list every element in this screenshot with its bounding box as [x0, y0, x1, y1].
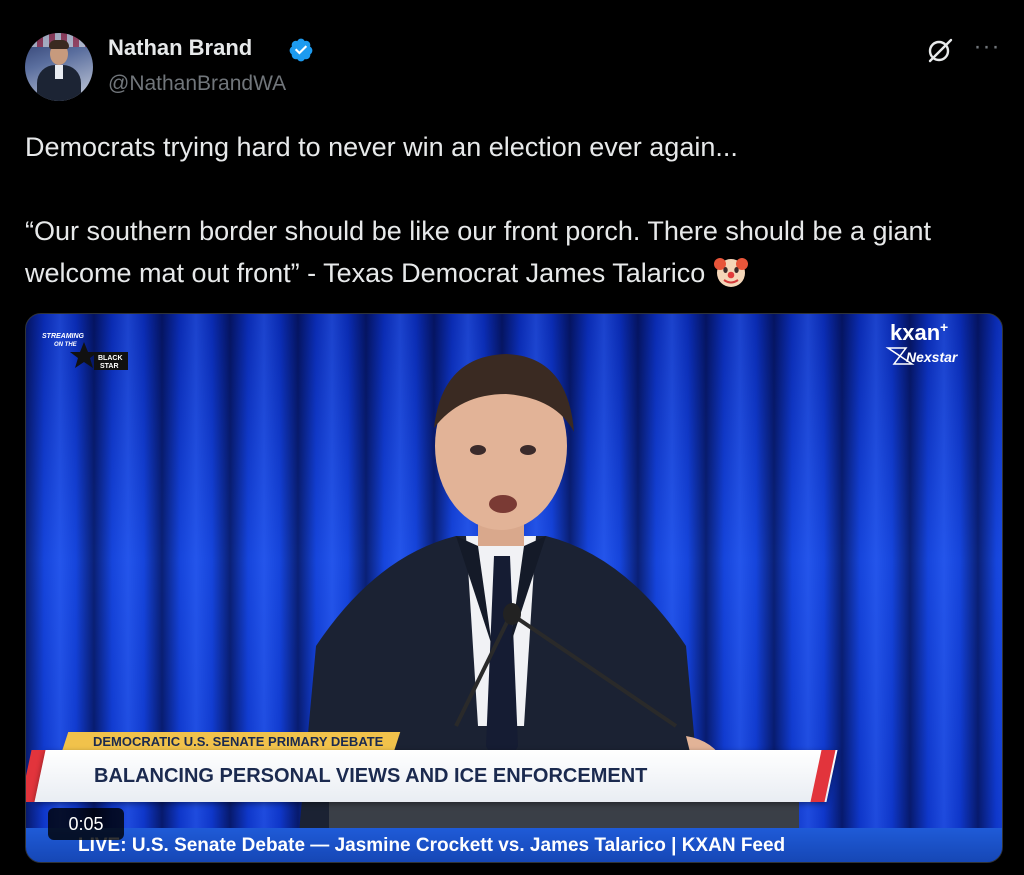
grok-icon[interactable]	[925, 36, 955, 66]
lower-third-title: BALANCING PERSONAL VIEWS AND ICE ENFORCE…	[94, 765, 648, 787]
kxan-nexstar-logo: kxan + Nexstar	[885, 319, 959, 365]
more-options-icon[interactable]: ···	[972, 35, 1002, 66]
svg-text:BLACK: BLACK	[98, 355, 123, 362]
lower-third-tag: DEMOCRATIC U.S. SENATE PRIMARY DEBATE	[61, 732, 401, 752]
video-timestamp: 0:05	[48, 808, 124, 840]
svg-text:+: +	[940, 319, 948, 335]
video-player[interactable]: STREAMING ON THE BLACK STAR kxan + Nexst…	[25, 313, 1003, 863]
streaming-black-star-logo: STREAMING ON THE BLACK STAR	[42, 333, 128, 370]
avatar-hair	[49, 40, 69, 49]
svg-text:ON THE: ON THE	[54, 342, 78, 348]
svg-text:STAR: STAR	[100, 363, 119, 370]
clown-face-icon	[713, 258, 748, 287]
avatar[interactable]	[25, 33, 93, 101]
post-text-line1: Democrats trying hard to never win an el…	[25, 132, 738, 162]
author-handle[interactable]: @NathanBrandWA	[108, 72, 286, 96]
author-name[interactable]: Nathan Brand	[108, 35, 252, 61]
post-text: Democrats trying hard to never win an el…	[25, 126, 985, 294]
svg-text:kxan: kxan	[890, 320, 940, 345]
svg-text:STREAMING: STREAMING	[42, 333, 85, 340]
podium	[329, 802, 799, 828]
post-text-quote: “Our southern border should be like our …	[25, 216, 939, 288]
avatar-shirt	[55, 65, 63, 79]
news-ticker: LIVE: U.S. Senate Debate — Jasmine Crock…	[26, 828, 1002, 862]
verified-badge-icon	[289, 38, 313, 62]
svg-text:Nexstar: Nexstar	[906, 349, 959, 365]
ticker-text: LIVE: U.S. Senate Debate — Jasmine Crock…	[78, 835, 786, 856]
